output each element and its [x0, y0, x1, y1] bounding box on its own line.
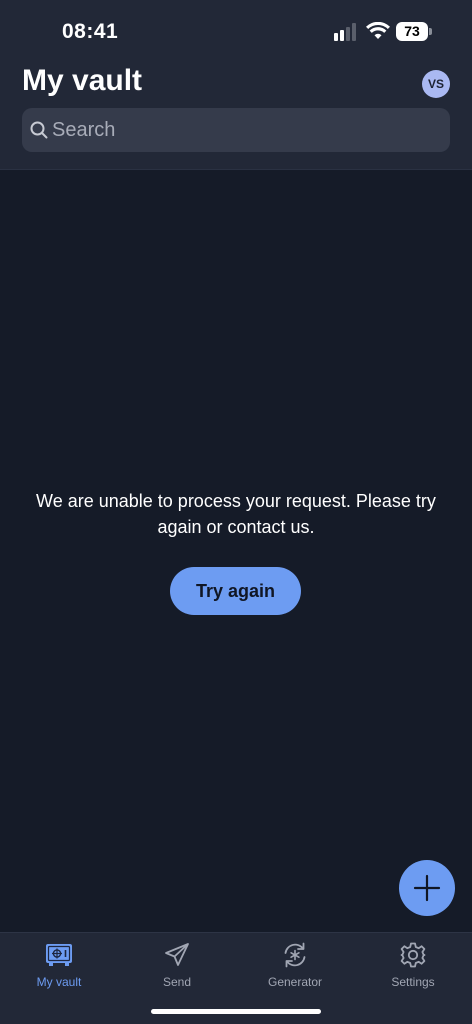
battery-icon: 73 [396, 22, 432, 41]
plus-icon [413, 874, 441, 902]
tab-label-settings: Settings [391, 975, 435, 989]
try-again-button[interactable]: Try again [170, 567, 301, 615]
tab-label-send: Send [162, 975, 192, 989]
wifi-icon [366, 22, 390, 39]
status-time: 08:41 [62, 20, 119, 43]
tab-generator[interactable]: Generator [236, 941, 354, 997]
tab-label-generator: Generator [267, 975, 323, 989]
battery-tip [429, 28, 432, 35]
app-header: 08:41 73 My vault VS Search [0, 0, 472, 170]
page-title: My vault [22, 64, 143, 97]
search-placeholder: Search [52, 119, 116, 141]
gear-icon [400, 942, 426, 968]
tab-send[interactable]: Send [118, 941, 236, 997]
error-message: We are unable to process your request. P… [36, 491, 436, 537]
vault-icon [46, 944, 72, 966]
add-item-button[interactable] [399, 860, 455, 916]
search-icon [30, 121, 48, 139]
cellular-signal-icon [334, 23, 356, 41]
home-indicator[interactable] [151, 1009, 321, 1014]
status-bar: 08:41 73 [0, 0, 472, 62]
generator-icon [284, 942, 306, 968]
tab-label-my-vault: My vault [36, 975, 82, 989]
battery-level: 73 [396, 22, 428, 41]
tab-my-vault[interactable]: My vault [0, 941, 118, 997]
send-icon [165, 943, 189, 966]
search-input[interactable]: Search [22, 108, 450, 152]
account-avatar-button[interactable]: VS [422, 70, 450, 98]
tab-settings[interactable]: Settings [354, 941, 472, 997]
